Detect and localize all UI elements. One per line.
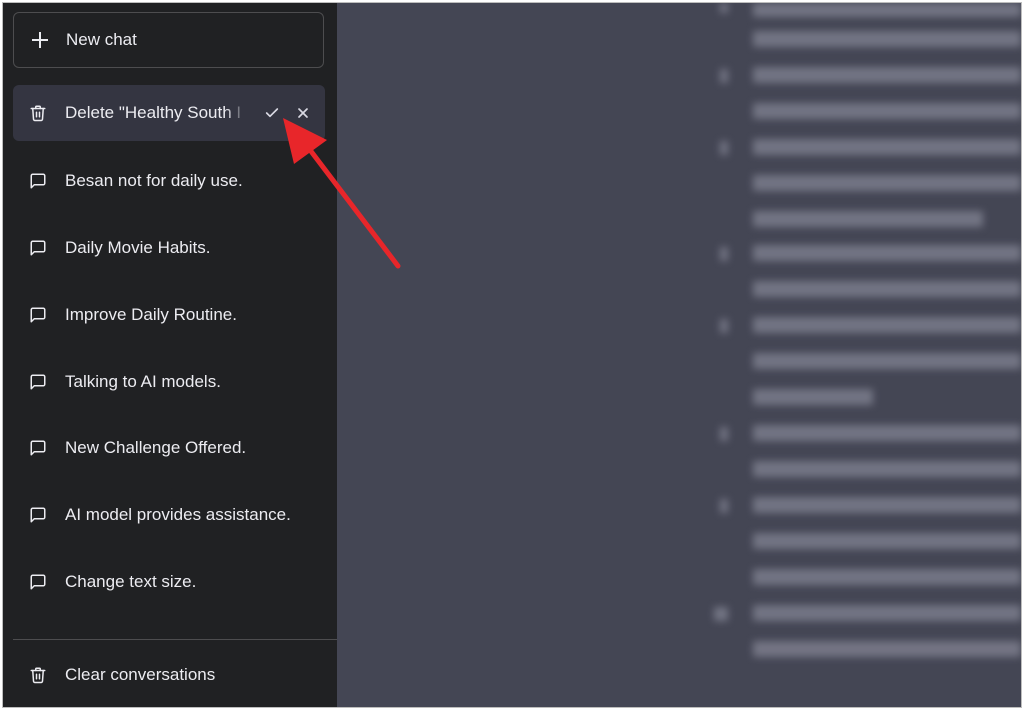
- sidebar-item-ai-models[interactable]: Talking to AI models.: [13, 354, 325, 410]
- clear-conversations-button[interactable]: Clear conversations: [13, 647, 325, 703]
- sidebar-item-label: Besan not for daily use.: [65, 171, 243, 190]
- sidebar-item-label: Delete "Healthy South I: [65, 103, 242, 122]
- chat-bubble-icon: [28, 372, 48, 392]
- confirm-actions: [261, 102, 323, 124]
- chat-bubble-icon: [28, 171, 48, 191]
- chat-bubble-icon: [28, 238, 48, 258]
- check-icon[interactable]: [261, 102, 283, 124]
- clear-conversations-label: Clear conversations: [65, 665, 216, 684]
- blurred-conversation-text: [714, 3, 1021, 657]
- new-chat-label: New chat: [66, 30, 137, 49]
- plus-icon: [32, 32, 48, 48]
- conversation-area: [337, 3, 1021, 707]
- sidebar-item-label: New Challenge Offered.: [65, 438, 247, 457]
- sidebar-item-label: AI model provides assistance.: [65, 505, 291, 524]
- chat-bubble-icon: [28, 572, 48, 592]
- sidebar-item-challenge[interactable]: New Challenge Offered.: [13, 420, 325, 476]
- new-chat-button[interactable]: New chat: [13, 12, 324, 68]
- sidebar-item-label: Change text size.: [65, 572, 197, 591]
- trash-icon: [28, 665, 48, 685]
- close-icon[interactable]: [292, 102, 314, 124]
- sidebar-item-text-size[interactable]: Change text size.: [13, 554, 325, 610]
- sidebar-item-routine[interactable]: Improve Daily Routine.: [13, 287, 325, 343]
- sidebar-divider: [13, 639, 337, 640]
- chat-bubble-icon: [28, 305, 48, 325]
- sidebar-item-besan[interactable]: Besan not for daily use.: [13, 153, 325, 209]
- sidebar-item-label: Daily Movie Habits.: [65, 238, 211, 257]
- sidebar-item-movie[interactable]: Daily Movie Habits.: [13, 220, 325, 276]
- trash-icon: [28, 103, 48, 123]
- sidebar-item-delete-confirm[interactable]: Delete "Healthy South I: [13, 85, 325, 141]
- chat-bubble-icon: [28, 438, 48, 458]
- sidebar-item-label: Talking to AI models.: [65, 372, 221, 391]
- sidebar-item-assistance[interactable]: AI model provides assistance.: [13, 487, 325, 543]
- app-window: New chat Delete "Healthy South I Besan n…: [2, 2, 1022, 708]
- sidebar-item-label: Improve Daily Routine.: [65, 305, 237, 324]
- sidebar: New chat Delete "Healthy South I Besan n…: [3, 3, 337, 707]
- chat-bubble-icon: [28, 505, 48, 525]
